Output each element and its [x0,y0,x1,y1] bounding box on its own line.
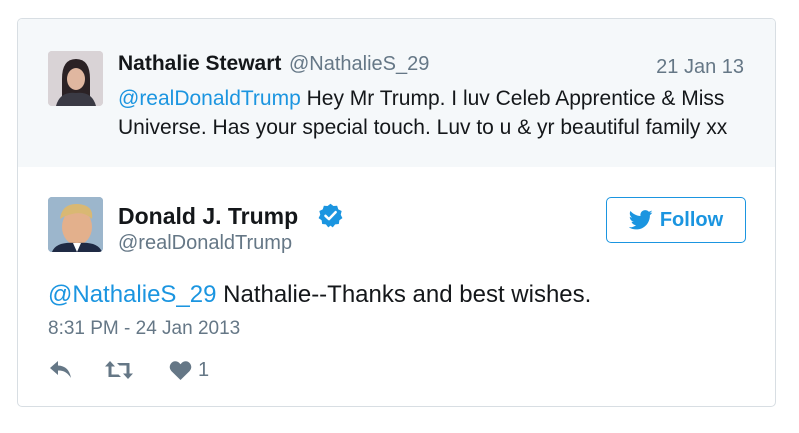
follow-button[interactable]: Follow [606,197,746,243]
tweet-timestamp[interactable]: 8:31 PM - 24 Jan 2013 [48,318,240,340]
retweet-icon [105,361,133,379]
verified-badge-icon [318,203,343,228]
tweet-embed-card: Nathalie Stewart @NathalieS_29 21 Jan 13… [17,18,776,407]
author-handle[interactable]: @realDonaldTrump [118,232,292,255]
retweet-button[interactable] [104,359,134,381]
parent-author-name[interactable]: Nathalie Stewart [118,52,281,76]
parent-author-handle[interactable]: @NathalieS_29 [289,53,429,76]
tweet-text: @NathalieS_29 Nathalie--Thanks and best … [48,281,591,309]
parent-mention-link[interactable]: @realDonaldTrump [118,87,301,110]
reply-button[interactable] [48,359,73,381]
parent-text-line2: Universe. Has your special touch. Luv to… [118,116,728,139]
twitter-bird-icon [628,210,653,230]
like-count: 1 [198,359,210,381]
parent-text-line1: Hey Mr Trump. I luv Celeb Apprentice & M… [300,87,725,110]
reply-icon [50,361,71,378]
follow-label: Follow [659,208,724,231]
parent-timestamp[interactable]: 21 Jan 13 [656,56,744,79]
parent-tweet[interactable]: Nathalie Stewart @NathalieS_29 21 Jan 13… [18,19,775,167]
heart-icon [169,361,192,380]
author-avatar[interactable] [48,197,103,252]
parent-avatar[interactable] [48,51,103,106]
author-name[interactable]: Donald J. Trump [118,203,298,230]
parent-tweet-text: @realDonaldTrump Hey Mr Trump. I luv Cel… [118,84,758,142]
mention-link[interactable]: @NathalieS_29 [48,281,216,308]
like-button[interactable]: 1 [169,359,209,382]
tweet-text-rest: Nathalie--Thanks and best wishes. [216,281,592,308]
